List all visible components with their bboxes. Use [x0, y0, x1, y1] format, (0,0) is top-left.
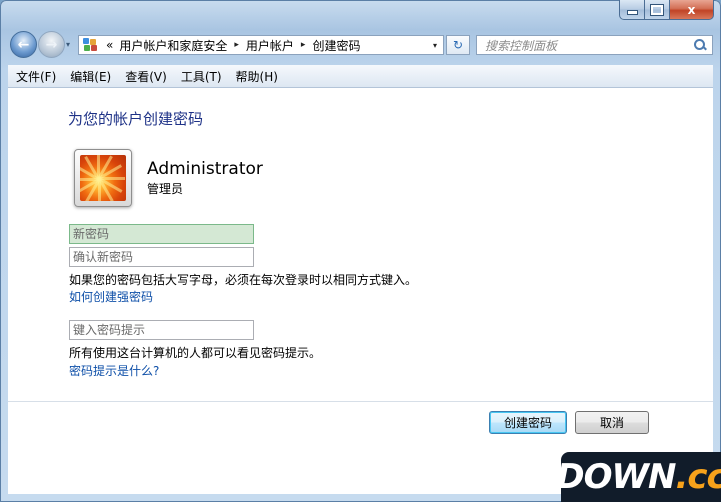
confirm-password-field[interactable] [69, 247, 254, 267]
refresh-icon: ↻ [452, 38, 464, 52]
minimize-button[interactable] [619, 0, 645, 20]
page-title: 为您的帐户创建密码 [68, 110, 204, 128]
close-icon: x [687, 2, 696, 17]
menu-file[interactable]: 文件(F) [8, 68, 62, 85]
breadcrumb-overflow[interactable]: « [103, 38, 116, 52]
breadcrumb-create-password[interactable]: 创建密码 [309, 37, 363, 54]
refresh-button[interactable]: ↻ [446, 35, 470, 55]
search-icon[interactable] [692, 37, 708, 53]
create-password-button[interactable]: 创建密码 [489, 411, 567, 434]
divider [8, 401, 713, 402]
menu-bar: 文件(F) 编辑(E) 查看(V) 工具(T) 帮助(H) [8, 65, 713, 88]
navigation-bar: ← → ▾ « 用户帐户和家庭安全 ▸ 用户帐户 ▸ 创建密码 ▾ ↻ 搜索控制… [8, 30, 713, 60]
menu-tools[interactable]: 工具(T) [173, 68, 228, 85]
maximize-icon [650, 3, 664, 16]
account-role: 管理员 [147, 182, 184, 196]
account-name: Administrator [147, 159, 263, 179]
address-dropdown-icon[interactable]: ▾ [427, 41, 443, 50]
forward-arrow-icon: → [45, 36, 58, 53]
flower-avatar-icon [80, 155, 126, 201]
minimize-icon [626, 10, 638, 15]
caps-sensitivity-note: 如果您的密码包括大写字母，必须在每次登录时以相同方式键入。 [69, 273, 418, 287]
content-pane: 为您的帐户创建密码 Administrator 管理员 如果您的密码包括大写字母… [8, 88, 713, 494]
hint-visibility-note: 所有使用这台计算机的人都可以看见密码提示。 [69, 346, 322, 360]
maximize-button[interactable] [645, 0, 670, 20]
breadcrumb-user-accounts-family-safety[interactable]: 用户帐户和家庭安全 [116, 37, 230, 54]
breadcrumb-chevron-icon[interactable]: ▸ [230, 40, 243, 50]
control-panel-icon [83, 38, 99, 52]
forward-button[interactable]: → [38, 31, 65, 58]
breadcrumb-chevron-icon[interactable]: ▸ [297, 40, 310, 50]
cancel-button[interactable]: 取消 [575, 411, 649, 434]
watermark-text: DOWN.cc [561, 457, 721, 497]
avatar [74, 149, 132, 207]
caption-buttons: x [619, 0, 714, 20]
recent-pages-dropdown[interactable]: ▾ [66, 40, 70, 49]
strong-password-link[interactable]: 如何创建强密码 [69, 288, 153, 305]
new-password-field[interactable] [69, 224, 254, 244]
watermark-logo: DOWN.cc [561, 452, 721, 502]
search-input[interactable]: 搜索控制面板 [477, 37, 692, 54]
back-arrow-icon: ← [17, 36, 30, 53]
back-button[interactable]: ← [10, 31, 37, 58]
password-hint-field[interactable] [69, 320, 254, 340]
password-hint-help-link[interactable]: 密码提示是什么? [69, 362, 159, 379]
control-panel-window: x ← → ▾ « 用户帐户和家庭安全 ▸ 用户帐户 ▸ 创建密码 ▾ ↻ 搜索… [0, 0, 721, 502]
menu-help[interactable]: 帮助(H) [228, 68, 284, 85]
menu-view[interactable]: 查看(V) [117, 68, 173, 85]
close-button[interactable]: x [670, 0, 714, 20]
search-box[interactable]: 搜索控制面板 [476, 35, 713, 55]
menu-edit[interactable]: 编辑(E) [62, 68, 117, 85]
address-bar[interactable]: « 用户帐户和家庭安全 ▸ 用户帐户 ▸ 创建密码 ▾ [78, 35, 444, 55]
breadcrumb-user-accounts[interactable]: 用户帐户 [243, 37, 297, 54]
